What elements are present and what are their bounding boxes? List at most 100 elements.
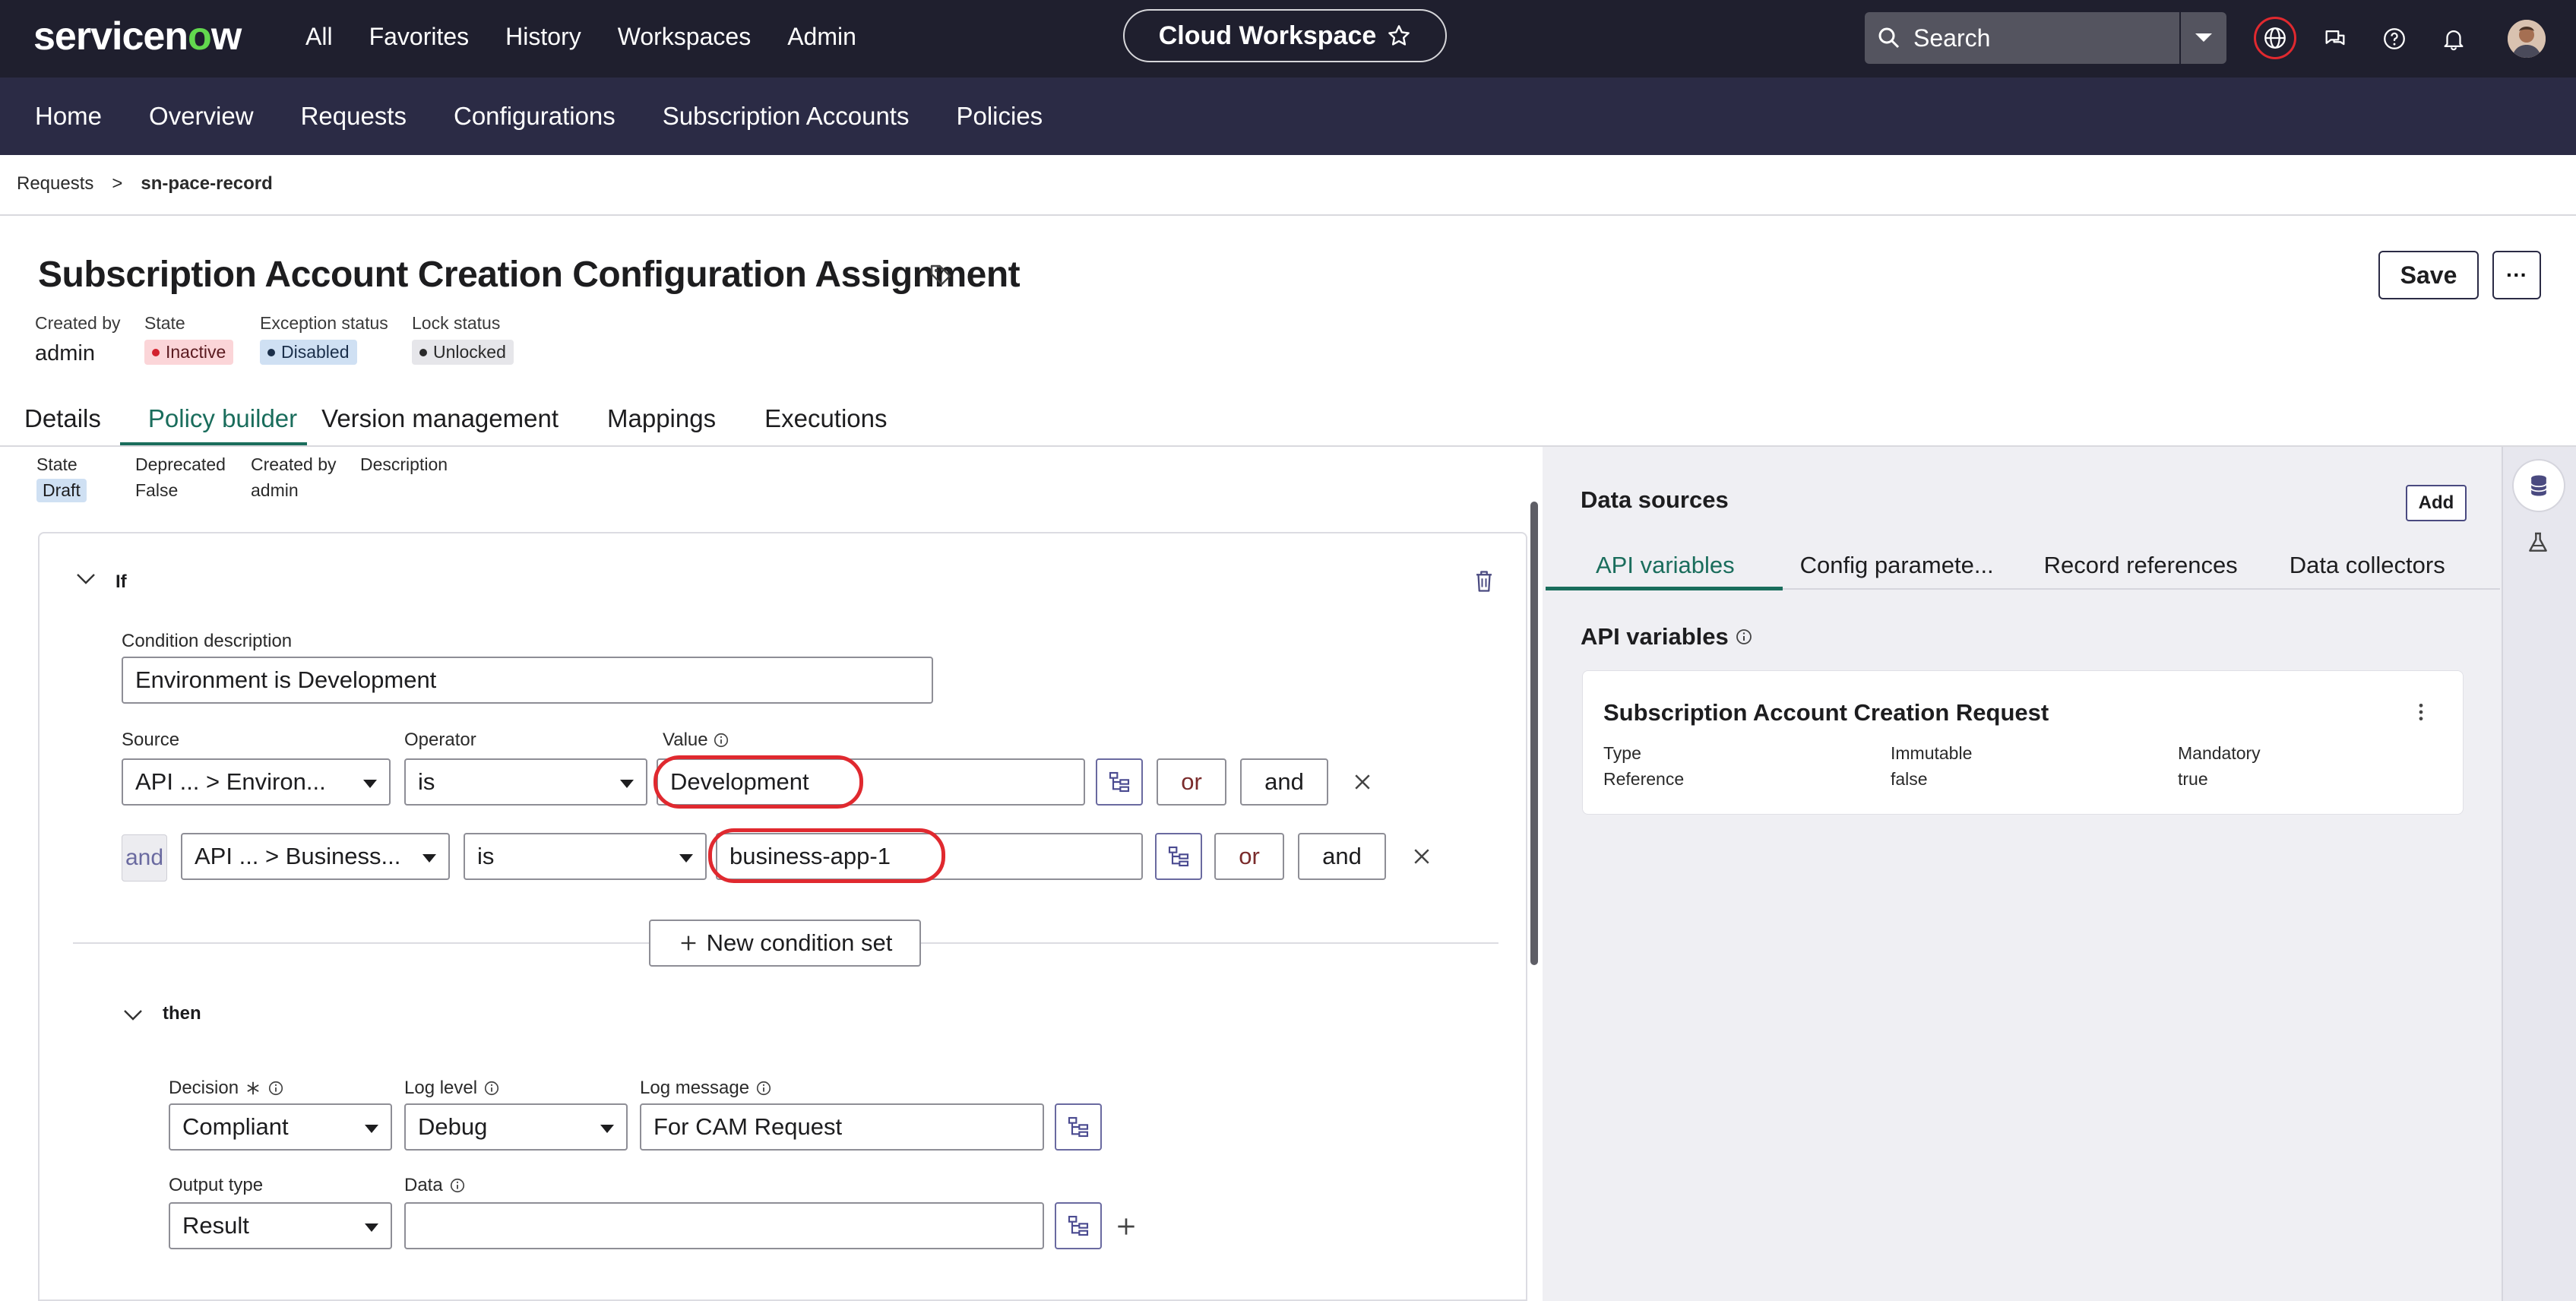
top-bar: servicenow All Favorites History Workspa… xyxy=(0,0,2576,78)
policy-created-by-label: Created by xyxy=(251,454,337,474)
flask-icon[interactable] xyxy=(2526,530,2550,555)
info-icon xyxy=(1735,628,1753,646)
tab-config-parameters[interactable]: Config paramete... xyxy=(1800,552,2044,579)
tree-icon xyxy=(1168,846,1189,867)
policy-state-badge: Draft xyxy=(36,479,87,502)
more-actions-button[interactable]: ··· xyxy=(2492,251,2541,299)
database-icon[interactable] xyxy=(2514,461,2564,511)
workspace-nav: Home Overview Requests Configurations Su… xyxy=(0,78,2576,155)
api-variables-title: API variables xyxy=(1581,623,1729,650)
remove-condition-icon-2[interactable] xyxy=(1410,845,1433,868)
globe-icon[interactable] xyxy=(2254,17,2296,59)
and-button-2[interactable]: and xyxy=(1298,833,1386,880)
then-label: then xyxy=(163,1003,201,1024)
type-label: Type xyxy=(1603,743,1641,763)
policy-state-label: State xyxy=(36,454,78,474)
api-variable-card[interactable] xyxy=(1582,670,2464,815)
log-level-select[interactable]: Debug xyxy=(404,1103,628,1151)
trash-icon[interactable] xyxy=(1473,568,1495,594)
breadcrumb-separator: > xyxy=(112,173,123,194)
breadcrumb-divider xyxy=(0,214,2576,216)
tab-mappings[interactable]: Mappings xyxy=(607,404,764,451)
or-button-2[interactable]: or xyxy=(1214,833,1284,880)
tab-data-collectors[interactable]: Data collectors xyxy=(2290,552,2445,579)
or-button-1[interactable]: or xyxy=(1157,758,1226,806)
search-icon xyxy=(1875,24,1903,52)
info-icon xyxy=(267,1080,284,1097)
data-source-tabs: API variables Config paramete... Record … xyxy=(1596,552,2445,579)
subnav-overview[interactable]: Overview xyxy=(149,102,254,131)
data-label: Data xyxy=(404,1175,443,1195)
data-input[interactable] xyxy=(404,1202,1044,1249)
breadcrumb: Requests > sn-pace-record xyxy=(17,173,273,195)
add-output-icon[interactable] xyxy=(1114,1214,1138,1239)
remove-condition-icon-1[interactable] xyxy=(1351,771,1374,793)
data-label-group: Data xyxy=(404,1175,466,1196)
log-message-picker-button[interactable] xyxy=(1055,1103,1102,1151)
subnav-subscription-accounts[interactable]: Subscription Accounts xyxy=(663,102,910,131)
tab-executions[interactable]: Executions xyxy=(764,404,910,451)
nav-favorites[interactable]: Favorites xyxy=(369,23,470,51)
collapse-then-icon[interactable] xyxy=(122,1008,144,1023)
value-label: Value xyxy=(663,730,708,750)
workspace-label: Cloud Workspace xyxy=(1158,21,1377,50)
left-pane-scrollbar[interactable] xyxy=(1530,502,1538,965)
tree-icon xyxy=(1068,1116,1089,1138)
value-input-2[interactable]: business-app-1 xyxy=(716,833,1143,880)
new-condition-set-button[interactable]: New condition set xyxy=(649,920,921,967)
chat-icon[interactable] xyxy=(2315,18,2356,59)
nav-all[interactable]: All xyxy=(305,23,333,51)
workspace-switcher[interactable]: Cloud Workspace xyxy=(1123,9,1447,62)
and-connector-badge: and xyxy=(122,834,167,882)
decision-select[interactable]: Compliant xyxy=(169,1103,392,1151)
output-type-select[interactable]: Result xyxy=(169,1202,392,1249)
servicenow-logo[interactable]: servicenow xyxy=(33,14,242,59)
tab-record-references[interactable]: Record references xyxy=(2044,552,2290,579)
subnav-requests[interactable]: Requests xyxy=(301,102,407,131)
exception-badge: Disabled xyxy=(260,340,357,365)
data-sources-title: Data sources xyxy=(1581,486,1729,513)
deprecated-label: Deprecated xyxy=(135,454,226,474)
tag-icon[interactable] xyxy=(929,263,953,287)
star-icon[interactable] xyxy=(1387,24,1411,48)
log-message-label-group: Log message xyxy=(640,1078,772,1099)
api-variables-heading: API variables xyxy=(1581,623,1753,650)
add-data-source-button[interactable]: Add xyxy=(2406,485,2467,521)
nav-admin[interactable]: Admin xyxy=(787,23,856,51)
value-input-1[interactable]: Development xyxy=(657,758,1085,806)
breadcrumb-requests[interactable]: Requests xyxy=(17,173,93,195)
state-badge: Inactive xyxy=(144,340,234,365)
subnav-policies[interactable]: Policies xyxy=(956,102,1043,131)
operator-select-1[interactable]: is xyxy=(404,758,647,806)
log-level-label-group: Log level xyxy=(404,1078,500,1099)
info-icon xyxy=(449,1177,466,1194)
user-avatar[interactable] xyxy=(2508,20,2546,58)
source-select-1[interactable]: API ... > Environ... xyxy=(122,758,391,806)
data-picker-button-2[interactable] xyxy=(1155,833,1202,880)
search-input[interactable] xyxy=(1913,23,2157,53)
data-picker-button-1[interactable] xyxy=(1096,758,1143,806)
mandatory-label: Mandatory xyxy=(2178,743,2261,763)
tab-api-variables[interactable]: API variables xyxy=(1596,552,1800,579)
condition-description-input[interactable]: Environment is Development xyxy=(122,657,933,704)
nav-history[interactable]: History xyxy=(505,23,581,51)
operator-select-2[interactable]: is xyxy=(464,833,707,880)
source-select-2[interactable]: API ... > Business... xyxy=(181,833,450,880)
tree-icon xyxy=(1109,771,1130,793)
save-button[interactable]: Save xyxy=(2378,251,2479,299)
card-kebab-icon[interactable] xyxy=(2416,702,2426,722)
subnav-configurations[interactable]: Configurations xyxy=(454,102,616,131)
search-scope-dropdown[interactable] xyxy=(2179,12,2226,64)
collapse-if-icon[interactable] xyxy=(74,571,97,587)
subnav-home[interactable]: Home xyxy=(35,102,102,131)
and-button-1[interactable]: and xyxy=(1240,758,1328,806)
data-picker-button[interactable] xyxy=(1055,1202,1102,1249)
log-message-input[interactable]: For CAM Request xyxy=(640,1103,1044,1151)
required-asterisk-icon xyxy=(245,1080,261,1097)
help-icon[interactable] xyxy=(2374,18,2415,59)
nav-workspaces[interactable]: Workspaces xyxy=(618,23,751,51)
if-label: If xyxy=(116,571,127,592)
description-label: Description xyxy=(360,454,448,474)
bell-icon[interactable] xyxy=(2433,18,2474,59)
tab-version-management[interactable]: Version management xyxy=(321,404,607,451)
